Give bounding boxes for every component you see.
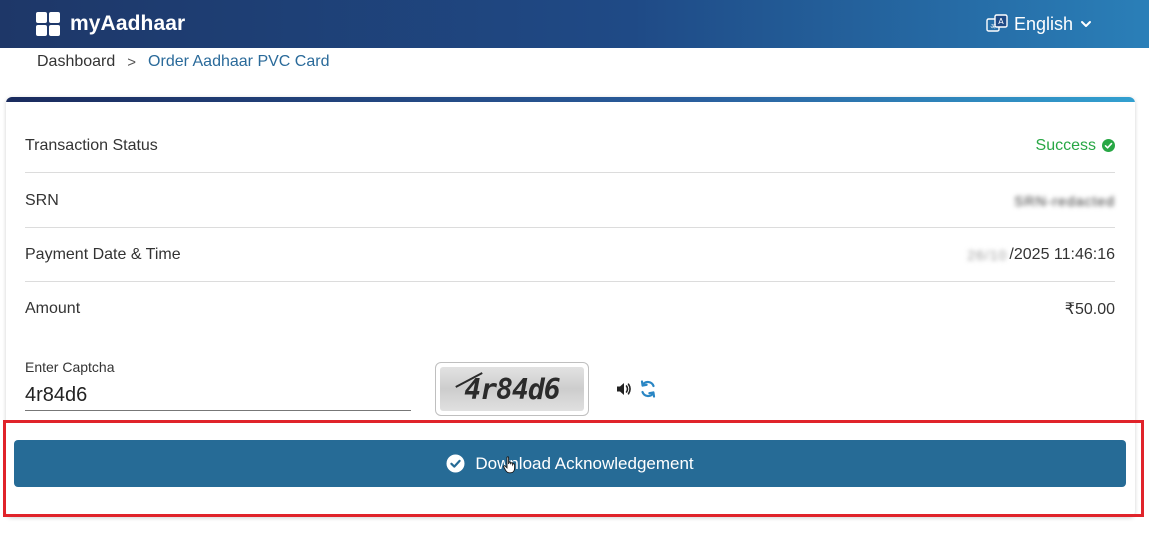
status-badge: Success [1036,137,1115,155]
breadcrumb-current[interactable]: Order Aadhaar PVC Card [148,53,329,71]
captcha-image-text: 4r84d6 [464,372,560,406]
download-acknowledgement-button[interactable]: Download Acknowledgement [14,440,1126,487]
top-header: myAadhaar A अ English [0,0,1149,48]
amount-value: ₹50.00 [1064,301,1115,318]
captcha-image: 4r84d6 [435,362,589,416]
language-label: English [1013,13,1073,34]
captcha-tools [615,379,657,399]
row-transaction-status: Transaction Status Success [25,119,1115,173]
breadcrumb: Dashboard > Order Aadhaar PVC Card [37,52,329,72]
language-selector[interactable]: A अ English [986,13,1093,35]
captcha-input[interactable] [25,381,411,411]
card-accent-bar [6,97,1135,102]
check-circle-icon [446,454,465,473]
row-srn: SRN SRN-redacted [25,174,1115,228]
speaker-icon[interactable] [615,380,633,398]
refresh-icon[interactable] [639,379,657,399]
datetime-redacted: 26/10 [967,246,1008,263]
translate-icon: A अ [986,14,1008,32]
chevron-down-icon [1081,21,1091,27]
brand[interactable]: myAadhaar [36,12,185,36]
captcha-image-inner: 4r84d6 [440,367,584,411]
check-circle-icon [1102,139,1115,152]
row-label: Transaction Status [25,136,158,154]
captcha-field: Enter Captcha [25,359,411,411]
row-label: Amount [25,300,81,317]
hand-cursor-icon [503,456,516,474]
captcha-label: Enter Captcha [25,359,115,375]
row-amount: Amount ₹50.00 [25,282,1115,336]
datetime-visible: /2025 11:46:16 [1009,245,1115,263]
svg-text:A: A [998,17,1004,26]
payment-datetime-value: 26/10 /2025 11:46:16 [967,246,1115,264]
row-label: SRN [25,191,59,209]
srn-value: SRN-redacted [1014,192,1115,209]
row-payment-datetime: Payment Date & Time 26/10 /2025 11:46:16 [25,228,1115,282]
brand-name: myAadhaar [70,12,186,35]
status-text: Success [1035,136,1096,154]
breadcrumb-dashboard[interactable]: Dashboard [37,53,115,71]
row-label: Payment Date & Time [25,245,181,263]
svg-text:अ: अ [990,23,996,31]
grid-logo-icon [36,12,60,36]
breadcrumb-separator: > [127,53,137,71]
